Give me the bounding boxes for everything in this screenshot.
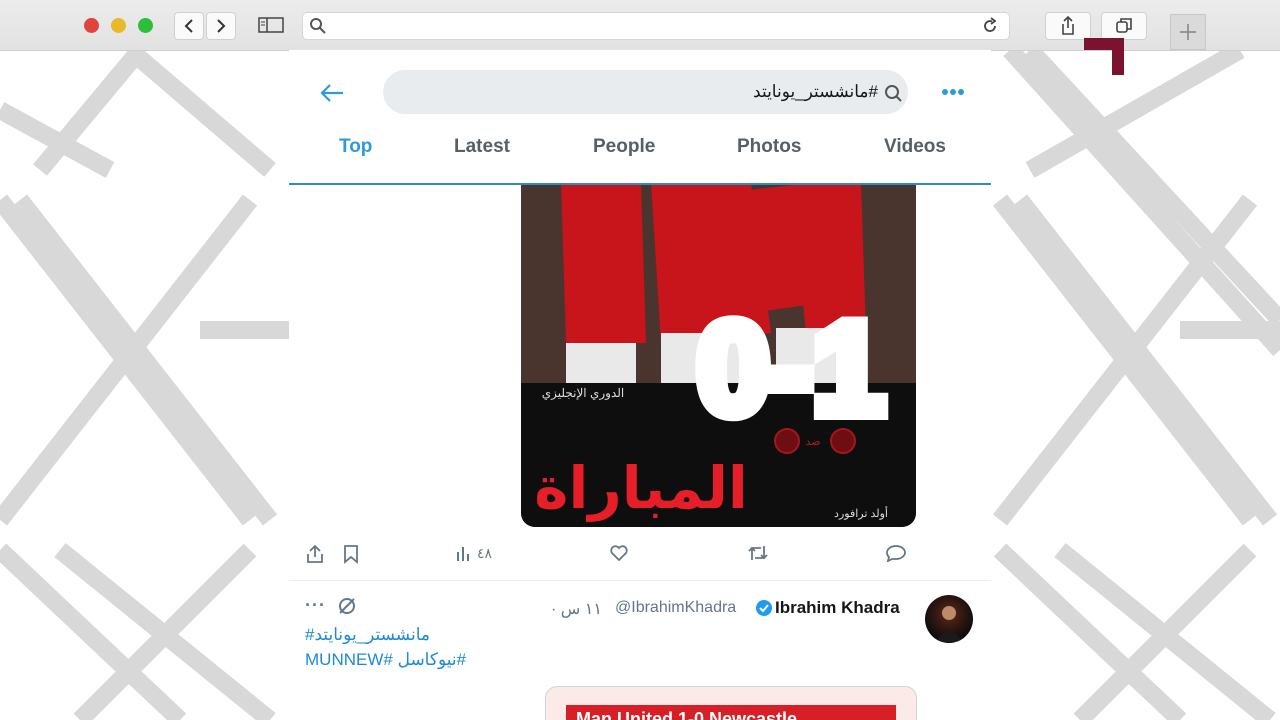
tab-videos[interactable]: Videos	[884, 136, 946, 158]
address-bar[interactable]	[302, 12, 1010, 40]
chevron-left-icon	[184, 19, 193, 33]
views-button[interactable]: ٤٨	[455, 544, 492, 562]
manutd-crest-icon	[830, 428, 856, 454]
reload-icon[interactable]	[981, 17, 999, 35]
share-icon	[307, 544, 323, 563]
tab-top[interactable]: Top	[339, 136, 372, 158]
channel-logo	[1084, 38, 1124, 75]
minimize-window-button[interactable]	[111, 18, 126, 33]
plus-icon	[1180, 24, 1196, 40]
tabs-overview-button[interactable]	[1101, 12, 1147, 40]
newcastle-crest-icon	[774, 428, 800, 454]
new-tab-button[interactable]	[1170, 14, 1206, 50]
share-icon	[1062, 16, 1074, 35]
sidebar-toggle-button[interactable]	[256, 12, 286, 38]
bookmark-icon	[344, 545, 358, 564]
chevron-right-icon	[217, 19, 226, 33]
reply-button[interactable]	[885, 544, 907, 562]
verified-badge-icon	[756, 600, 772, 616]
match-graphic: 0-1 0-1 الدوري الإنجليزي ضد المباراة أول…	[521, 183, 916, 527]
tweet-author-handle[interactable]: @IbrahimKhadra	[615, 599, 736, 617]
tweet-timestamp[interactable]: ١١ س ·	[551, 599, 602, 619]
views-count: ٤٨	[477, 544, 493, 561]
avatar-figure	[935, 606, 963, 643]
search-header: #مانشستر_يونايتد Top Latest People Photo…	[289, 50, 991, 185]
hashtag-line-2[interactable]: #نيوكاسل #MUNNEW	[305, 650, 466, 670]
twitter-search-panel: #مانشستر_يونايتد Top Latest People Photo…	[289, 50, 991, 720]
reply-icon	[886, 545, 906, 562]
back-arrow-icon[interactable]	[319, 82, 345, 104]
retweet-icon	[748, 546, 768, 560]
forward-button[interactable]	[206, 12, 236, 40]
card-headline: Man United 1-0 Newcastle	[566, 705, 896, 720]
zoom-window-button[interactable]	[138, 18, 153, 33]
tweet-more-icon[interactable]: ···	[305, 595, 326, 616]
grok-icon[interactable]	[337, 596, 357, 616]
analytics-icon	[457, 547, 469, 561]
like-button[interactable]	[609, 544, 629, 562]
heart-icon	[610, 545, 628, 562]
tweet-media-image[interactable]: 0-1 0-1 الدوري الإنجليزي ضد المباراة أول…	[521, 183, 916, 527]
tweet-actions: ٤٨	[289, 544, 991, 568]
tab-latest[interactable]: Latest	[454, 136, 510, 158]
tabs-icon	[1116, 18, 1132, 33]
headline-text: المباراة	[534, 454, 748, 522]
sidebar-icon	[258, 17, 284, 33]
tweet-divider	[289, 580, 991, 581]
tweet-author-name[interactable]: Ibrahim Khadra	[775, 598, 900, 618]
league-label: الدوري الإنجليزي	[542, 386, 624, 401]
tweet-media-card[interactable]: Man United 1-0 Newcastle	[545, 686, 917, 720]
tab-photos[interactable]: Photos	[737, 136, 801, 158]
close-window-button[interactable]	[84, 18, 99, 33]
share-tweet-button[interactable]	[305, 544, 325, 564]
search-icon	[310, 18, 326, 34]
search-input[interactable]: #مانشستر_يونايتد	[383, 70, 908, 114]
venue-label: أولد ترافورد	[834, 506, 888, 520]
score-text-fill: 0-1	[697, 295, 885, 441]
vs-label: ضد	[805, 436, 820, 448]
hashtag-line-1[interactable]: #مانشستر_يونايتد	[305, 625, 430, 645]
back-button[interactable]	[174, 12, 204, 40]
more-options-icon[interactable]	[941, 88, 965, 96]
search-query: #مانشستر_يونايتد	[753, 82, 878, 101]
tab-people[interactable]: People	[593, 136, 655, 158]
bookmark-button[interactable]	[343, 544, 359, 564]
share-button[interactable]	[1045, 12, 1091, 40]
search-icon	[885, 85, 902, 102]
retweet-button[interactable]	[747, 544, 769, 562]
avatar[interactable]	[925, 595, 973, 643]
